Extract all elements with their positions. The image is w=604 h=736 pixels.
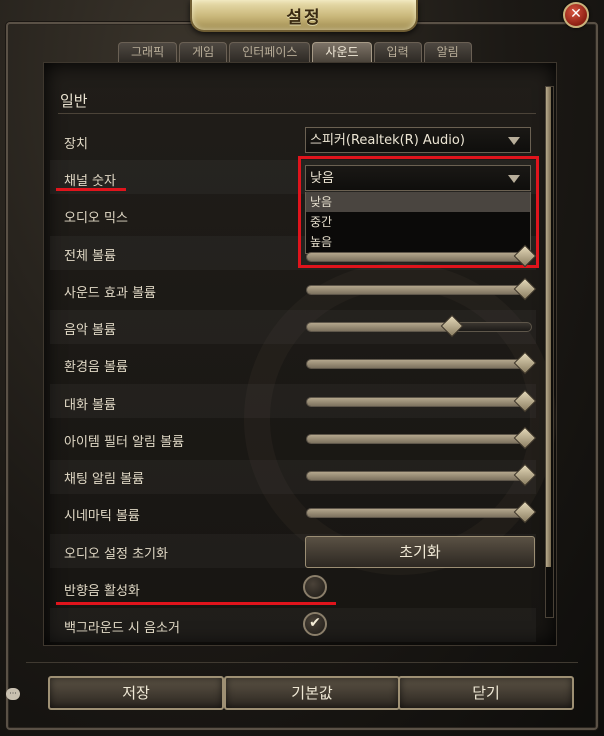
reset-audio-button[interactable]: 초기화 (305, 536, 535, 568)
section-divider (58, 113, 536, 114)
device-select[interactable]: 스피커(Realtek(R) Audio) (305, 127, 531, 153)
cinematic-volume-label: 시네마틱 볼륨 (64, 509, 140, 524)
tab-input[interactable]: 입력 (373, 42, 422, 62)
tab-notifications[interactable]: 알림 (423, 42, 472, 62)
slider-fill (307, 472, 524, 480)
slider-fill (307, 253, 524, 261)
item-filter-volume-label: 아이템 필터 알림 볼륨 (64, 435, 185, 450)
window-title: 설정 (286, 7, 322, 28)
settings-tabs: 그래픽 게임 인터페이스 사운드 입력 알림 (118, 42, 474, 62)
item-filter-volume-slider[interactable] (306, 426, 537, 450)
tab-sound[interactable]: 사운드 (312, 42, 372, 62)
slider-fill (307, 509, 524, 517)
cinematic-volume-slider[interactable] (306, 500, 537, 524)
mute-background-label: 백그라운드 시 음소거 (64, 621, 180, 636)
slider-fill (307, 323, 451, 331)
reverb-checkbox[interactable] (303, 575, 327, 599)
dialogue-volume-label: 대화 볼륨 (64, 398, 116, 413)
tab-game[interactable]: 게임 (179, 42, 228, 62)
annotation-underline-reverb (56, 602, 336, 605)
tab-interface[interactable]: 인터페이스 (229, 42, 311, 62)
chat-bubble-icon[interactable]: ··· (6, 688, 20, 700)
audio-mix-label: 오디오 믹스 (64, 211, 128, 226)
channel-count-label: 채널 숫자 (64, 174, 116, 189)
default-button[interactable]: 기본값 (224, 676, 400, 710)
chat-volume-slider[interactable] (306, 463, 537, 487)
slider-fill (307, 398, 524, 406)
annotation-underline-channel (56, 188, 126, 191)
section-title: 일반 (60, 92, 88, 110)
ambient-volume-label: 환경음 볼륨 (64, 360, 128, 375)
reset-audio-label: 오디오 설정 초기화 (64, 547, 168, 562)
dialogue-volume-slider[interactable] (306, 389, 537, 413)
chevron-down-icon (508, 137, 520, 145)
mute-background-checkbox[interactable]: ✔ (303, 612, 327, 636)
master-volume-label: 전체 볼륨 (64, 249, 116, 264)
master-volume-slider[interactable] (306, 244, 537, 268)
music-volume-slider[interactable] (306, 314, 532, 338)
device-select-value: 스피커(Realtek(R) Audio) (310, 133, 465, 148)
window-title-plaque: 설정 (190, 0, 418, 32)
ambient-volume-slider[interactable] (306, 351, 537, 375)
music-volume-label: 음악 볼륨 (64, 323, 116, 338)
scrollbar-thumb[interactable] (546, 87, 551, 567)
panel-scrollbar[interactable] (545, 86, 554, 618)
save-button[interactable]: 저장 (48, 676, 224, 710)
sfx-volume-label: 사운드 효과 볼륨 (64, 286, 156, 301)
device-label: 장치 (64, 137, 88, 152)
slider-fill (307, 286, 524, 294)
close-icon[interactable]: ✕ (563, 2, 589, 28)
sfx-volume-slider[interactable] (306, 277, 537, 301)
slider-fill (307, 435, 524, 443)
slider-fill (307, 360, 524, 368)
tab-graphics[interactable]: 그래픽 (118, 42, 178, 62)
reverb-label: 반향음 활성화 (64, 584, 140, 599)
chat-volume-label: 채팅 알림 볼륨 (64, 472, 145, 487)
close-button[interactable]: 닫기 (398, 676, 574, 710)
